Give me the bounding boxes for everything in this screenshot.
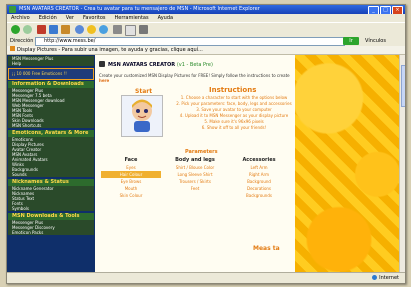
vertical-scrollbar[interactable] bbox=[399, 55, 405, 272]
face-column: Face Eyes Hair Colour Eye Brows Mouth Sk… bbox=[101, 157, 161, 199]
option-link[interactable]: Trousers / Skirts bbox=[165, 178, 225, 185]
face-column-title: Face bbox=[124, 157, 138, 163]
ie-icon bbox=[9, 6, 16, 13]
instructions-title: Instructions bbox=[209, 86, 257, 94]
msn-logo-icon bbox=[99, 61, 105, 67]
zone-indicator: Internet bbox=[372, 273, 399, 283]
close-button[interactable]: × bbox=[392, 6, 403, 14]
option-link[interactable]: Backgrounds bbox=[229, 192, 289, 199]
page-title: MSN AVATARS CREATOR (v1 - Beta Pre) bbox=[99, 61, 213, 68]
parameters-caption: Parameters bbox=[185, 149, 218, 155]
page-title-text: MSN AVATARS CREATOR bbox=[108, 62, 176, 68]
info-bar[interactable]: Display Pictures - Para subir una imagen… bbox=[7, 46, 405, 55]
sidebar-block-info: Information & Downloads Messenger Plus M… bbox=[8, 81, 94, 128]
menu-favoritos[interactable]: Favoritos bbox=[83, 14, 106, 22]
address-input[interactable]: http://www.mess.be/ bbox=[35, 37, 345, 46]
sidebar-header: Information & Downloads bbox=[8, 81, 94, 88]
option-link[interactable]: Eyes bbox=[101, 164, 161, 171]
address-label: Dirección bbox=[10, 38, 34, 44]
window-title: MSN AVATARS CREATOR - Crea tu avatar par… bbox=[19, 6, 260, 12]
option-link[interactable]: Mouth bbox=[101, 185, 161, 192]
sidebar-block-emoticons: Emoticons, Avatars & More Emoticons Disp… bbox=[8, 130, 94, 177]
accessories-column-title: Accessories bbox=[242, 157, 276, 163]
forward-icon[interactable] bbox=[23, 25, 32, 34]
print-icon[interactable] bbox=[139, 25, 148, 34]
accessories-column: Accessories Left Arm Right Arm Backgroun… bbox=[229, 157, 289, 199]
sidebar-link[interactable]: Help bbox=[8, 61, 94, 66]
instruction-line: 6. Show it off to all your friends! bbox=[201, 125, 267, 130]
toolbar bbox=[7, 22, 405, 37]
favorites-icon[interactable] bbox=[87, 25, 96, 34]
links-label[interactable]: Vínculos bbox=[365, 36, 386, 46]
option-link[interactable]: Shirt / Blouse Color bbox=[165, 164, 225, 171]
option-link-selected[interactable]: Hair Colour bbox=[101, 171, 161, 178]
option-link[interactable]: Left Arm bbox=[229, 164, 289, 171]
option-link[interactable]: Background bbox=[229, 178, 289, 185]
avatar-image bbox=[132, 99, 152, 132]
start-caption: Start bbox=[135, 88, 153, 95]
browser-window: MSN AVATARS CREATOR - Crea tu avatar par… bbox=[6, 4, 406, 284]
avatar-preview[interactable] bbox=[121, 95, 163, 137]
option-link[interactable]: Long Sleeve Shirt bbox=[165, 171, 225, 178]
intro-link[interactable]: here bbox=[99, 78, 109, 83]
menu-archivo[interactable]: Archivo bbox=[11, 14, 30, 22]
instructions-list: 1. Choose a character to start with the … bbox=[175, 95, 293, 131]
minimize-button[interactable]: _ bbox=[368, 6, 379, 14]
address-bar: Dirección http://www.mess.be/ Ir Vínculo… bbox=[7, 36, 405, 46]
status-bar: Internet bbox=[7, 272, 405, 283]
mail-icon[interactable] bbox=[125, 25, 136, 36]
title-bar: MSN AVATARS CREATOR - Crea tu avatar par… bbox=[7, 5, 405, 14]
page-viewport: MSN Messenger Plus Help ¡¡ 10 000 Free E… bbox=[7, 55, 405, 272]
body-column-title: Body and legs bbox=[175, 157, 215, 163]
option-link[interactable]: Right Arm bbox=[229, 171, 289, 178]
menu-bar: Archivo Edición Ver Favoritos Herramient… bbox=[7, 14, 405, 22]
info-icon bbox=[10, 46, 15, 51]
sidebar: MSN Messenger Plus Help ¡¡ 10 000 Free E… bbox=[7, 55, 95, 272]
sidebar-header: MSN Downloads & Tools bbox=[8, 213, 94, 220]
option-link[interactable]: Skin Colour bbox=[101, 192, 161, 199]
measures-caption: Meas ta bbox=[253, 245, 280, 252]
maximize-button[interactable]: □ bbox=[380, 6, 391, 14]
decorative-background bbox=[295, 55, 405, 272]
info-bar-text: Display Pictures - Para subir una imagen… bbox=[17, 47, 203, 53]
go-button[interactable]: Ir bbox=[343, 37, 359, 45]
body-column: Body and legs Shirt / Blouse Color Long … bbox=[165, 157, 225, 192]
menu-ayuda[interactable]: Ayuda bbox=[158, 14, 173, 22]
back-icon[interactable] bbox=[11, 25, 20, 34]
intro-text: Create your customized MSN Display Pictu… bbox=[99, 73, 295, 83]
version-label: (v1 - Beta Pre) bbox=[176, 62, 213, 68]
sidebar-link[interactable]: Sounds bbox=[8, 172, 94, 177]
sidebar-block-downloads: MSN Downloads & Tools Messenger Plus Mes… bbox=[8, 213, 94, 235]
search-icon[interactable] bbox=[75, 25, 84, 34]
menu-edicion[interactable]: Edición bbox=[39, 14, 57, 22]
sidebar-header: Emoticons, Avatars & More bbox=[8, 130, 94, 137]
sidebar-block-nicknames: Nicknames & Status Nickname Generator Ni… bbox=[8, 179, 94, 211]
intro-prefix: Create your customized MSN Display Pictu… bbox=[99, 73, 290, 78]
refresh-icon[interactable] bbox=[49, 25, 58, 34]
menu-ver[interactable]: Ver bbox=[66, 14, 74, 22]
sidebar-link[interactable]: Symbols bbox=[8, 206, 94, 211]
option-link[interactable]: Eye Brows bbox=[101, 178, 161, 185]
media-icon[interactable] bbox=[99, 25, 108, 34]
sidebar-header: Nicknames & Status bbox=[8, 179, 94, 186]
stop-icon[interactable] bbox=[37, 25, 46, 34]
sidebar-link[interactable]: MSN Shortcuts bbox=[8, 123, 94, 128]
scrollbar-thumb[interactable] bbox=[401, 65, 405, 107]
option-link[interactable]: Feet bbox=[165, 185, 225, 192]
home-icon[interactable] bbox=[61, 25, 70, 34]
emoticons-banner[interactable]: ¡¡ 10 000 Free Emoticons !! bbox=[8, 68, 94, 80]
main-content: MSN AVATARS CREATOR (v1 - Beta Pre) Crea… bbox=[95, 55, 295, 272]
sidebar-block-top: MSN Messenger Plus Help bbox=[8, 56, 94, 66]
menu-herramientas[interactable]: Herramientas bbox=[115, 14, 149, 22]
option-link[interactable]: Decorations bbox=[229, 185, 289, 192]
sidebar-link[interactable]: Emoticon Packs bbox=[8, 230, 94, 235]
history-icon[interactable] bbox=[113, 25, 122, 34]
